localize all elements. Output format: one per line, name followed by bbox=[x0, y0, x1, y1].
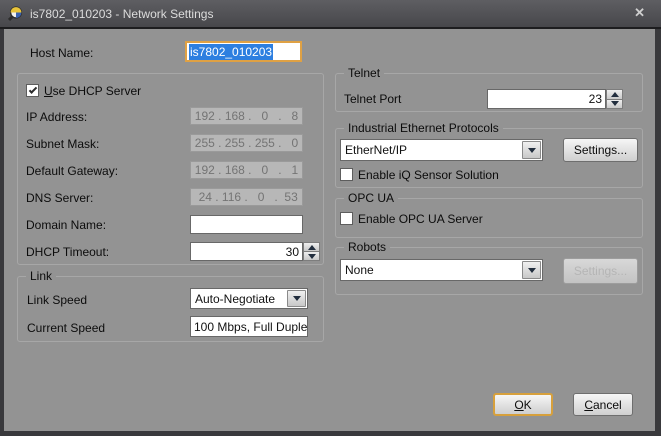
telnet-group-title: Telnet bbox=[344, 66, 384, 80]
title-bar[interactable]: is7802_010203 - Network Settings ✕ bbox=[0, 0, 661, 27]
dropdown-arrow-button[interactable] bbox=[287, 290, 306, 307]
telnet-port-spinner bbox=[606, 89, 623, 109]
ok-button[interactable]: OK bbox=[493, 393, 553, 416]
down-arrow-icon bbox=[308, 254, 316, 259]
opcua-server-label: Enable OPC UA Server bbox=[358, 212, 483, 226]
subnet-mask-label: Subnet Mask: bbox=[26, 137, 99, 151]
protocol-value: EtherNet/IP bbox=[345, 140, 520, 160]
link-speed-dropdown[interactable]: Auto-Negotiate bbox=[190, 288, 308, 309]
dhcp-timeout-label: DHCP Timeout: bbox=[26, 245, 109, 259]
domain-name-field[interactable] bbox=[190, 215, 303, 234]
host-name-label: Host Name: bbox=[30, 46, 93, 60]
dropdown-arrow-button[interactable] bbox=[522, 141, 541, 159]
spin-down-button[interactable] bbox=[606, 100, 623, 110]
protocol-settings-button[interactable]: Settings... bbox=[563, 138, 638, 162]
chevron-down-icon bbox=[528, 268, 536, 273]
robots-group-title: Robots bbox=[344, 240, 390, 254]
up-arrow-icon bbox=[308, 245, 316, 250]
dhcp-timeout-field[interactable]: 30 bbox=[190, 242, 303, 261]
dns-server-field: 24 . 116 . 0 . 53 bbox=[190, 188, 303, 206]
checkmark-icon bbox=[28, 85, 36, 93]
telnet-port-field[interactable]: 23 bbox=[487, 89, 606, 109]
default-gateway-label: Default Gateway: bbox=[26, 164, 118, 178]
subnet-mask-field: 255 . 255 . 255 . 0 bbox=[190, 134, 303, 152]
insight-app-icon bbox=[8, 6, 24, 22]
default-gateway-field: 192 . 168 . 0 . 1 bbox=[190, 161, 303, 179]
selected-text: is7802_010203 bbox=[189, 44, 273, 60]
robots-settings-button: Settings... bbox=[563, 258, 638, 284]
close-icon[interactable]: ✕ bbox=[634, 5, 645, 21]
iq-sensor-checkbox[interactable] bbox=[340, 168, 353, 181]
robots-value: None bbox=[345, 260, 520, 280]
use-dhcp-label: Use DHCP Server bbox=[44, 84, 141, 98]
current-speed-label: Current Speed bbox=[27, 321, 105, 335]
window-title: is7802_010203 - Network Settings bbox=[30, 7, 213, 21]
up-arrow-icon bbox=[611, 92, 619, 97]
link-group-title: Link bbox=[26, 269, 56, 283]
robots-dropdown[interactable]: None bbox=[340, 259, 543, 281]
telnet-port-label: Telnet Port bbox=[344, 92, 401, 106]
host-name-field[interactable]: is7802_010203 bbox=[185, 41, 302, 62]
dropdown-arrow-button[interactable] bbox=[522, 261, 541, 279]
dns-server-label: DNS Server: bbox=[26, 191, 93, 205]
use-dhcp-checkbox[interactable] bbox=[26, 84, 39, 97]
spin-up-button[interactable] bbox=[606, 89, 623, 100]
ip-address-field: 192 . 168 . 0 . 8 bbox=[190, 107, 303, 125]
dhcp-timeout-spinner bbox=[303, 242, 320, 261]
link-speed-value: Auto-Negotiate bbox=[195, 289, 285, 308]
industrial-group-title: Industrial Ethernet Protocols bbox=[344, 121, 503, 135]
network-settings-dialog: is7802_010203 - Network Settings ✕ Host … bbox=[0, 0, 661, 436]
opcua-group-title: OPC UA bbox=[344, 191, 398, 205]
protocol-dropdown[interactable]: EtherNet/IP bbox=[340, 139, 543, 161]
spin-down-button[interactable] bbox=[303, 252, 320, 261]
spin-up-button[interactable] bbox=[303, 242, 320, 252]
cancel-button[interactable]: Cancel bbox=[573, 393, 633, 416]
chevron-down-icon bbox=[293, 296, 301, 301]
opcua-server-checkbox[interactable] bbox=[340, 212, 353, 225]
iq-sensor-label: Enable iQ Sensor Solution bbox=[358, 168, 499, 182]
domain-name-label: Domain Name: bbox=[26, 218, 106, 232]
link-speed-label: Link Speed bbox=[27, 293, 87, 307]
current-speed-field[interactable]: 100 Mbps, Full Duple bbox=[190, 316, 308, 337]
ip-address-label: IP Address: bbox=[26, 110, 87, 124]
chevron-down-icon bbox=[528, 148, 536, 153]
down-arrow-icon bbox=[611, 101, 619, 106]
